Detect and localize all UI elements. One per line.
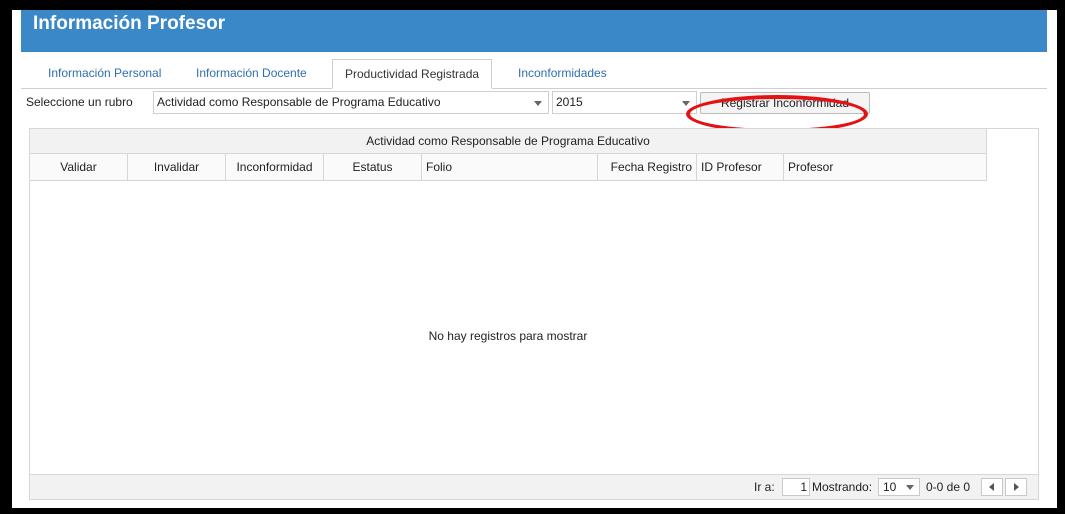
tab-productividad-registrada[interactable]: Productividad Registrada: [332, 59, 493, 89]
tab-bar: Información Personal Información Docente…: [21, 52, 1047, 89]
rubro-label: Seleccione un rubro: [26, 95, 133, 109]
column-header-id-profesor[interactable]: ID Profesor: [697, 154, 784, 180]
column-header-fecha-registro[interactable]: Fecha Registro: [598, 154, 697, 180]
column-header-profesor[interactable]: Profesor: [784, 154, 986, 180]
showing-label: Mostrando:: [812, 480, 873, 494]
range-text: 0-0 de 0: [926, 480, 971, 494]
column-header-estatus[interactable]: Estatus: [324, 154, 422, 180]
page-size-value: 10: [883, 480, 897, 494]
chevron-down-icon: [682, 101, 690, 106]
next-page-button[interactable]: [1005, 478, 1027, 496]
tab-informacion-docente[interactable]: Información Docente: [184, 59, 319, 88]
window-frame: Información Profesor Información Persona…: [0, 0, 1065, 514]
tab-inconformidades[interactable]: Inconformidades: [506, 59, 619, 88]
title-bar: Información Profesor: [21, 10, 1047, 52]
grid-header: Validar Invalidar Inconformidad Estatus …: [30, 154, 987, 181]
prev-page-button[interactable]: [981, 478, 1003, 496]
goto-label: Ir a:: [754, 480, 775, 494]
year-select[interactable]: 2015: [552, 91, 697, 114]
column-header-inconformidad[interactable]: Inconformidad: [226, 154, 324, 180]
arrow-right-icon: [1014, 483, 1019, 491]
column-header-validar[interactable]: Validar: [30, 154, 128, 180]
panel: Información Profesor Información Persona…: [21, 10, 1047, 508]
year-select-value: 2015: [556, 95, 583, 109]
page-size-select[interactable]: 10: [878, 478, 920, 496]
page-title: Información Profesor: [33, 13, 226, 34]
grid-caption: Actividad como Responsable de Programa E…: [30, 129, 987, 154]
rubro-select[interactable]: Actividad como Responsable de Programa E…: [153, 91, 549, 114]
chevron-down-icon: [906, 485, 914, 490]
arrow-left-icon: [989, 483, 994, 491]
rubro-select-value: Actividad como Responsable de Programa E…: [157, 95, 441, 109]
tab-informacion-personal[interactable]: Información Personal: [36, 59, 173, 88]
chevron-down-icon: [534, 101, 542, 106]
data-grid: Actividad como Responsable de Programa E…: [29, 128, 1039, 500]
page-input[interactable]: 1: [782, 478, 810, 496]
column-header-invalidar[interactable]: Invalidar: [128, 154, 226, 180]
empty-message: No hay registros para mostrar: [428, 329, 588, 343]
pager: Ir a: 1 Mostrando: 10 0-0 de 0: [30, 474, 1038, 499]
column-header-folio[interactable]: Folio: [422, 154, 598, 180]
toolbar: Seleccione un rubro Actividad como Respo…: [21, 90, 1047, 118]
